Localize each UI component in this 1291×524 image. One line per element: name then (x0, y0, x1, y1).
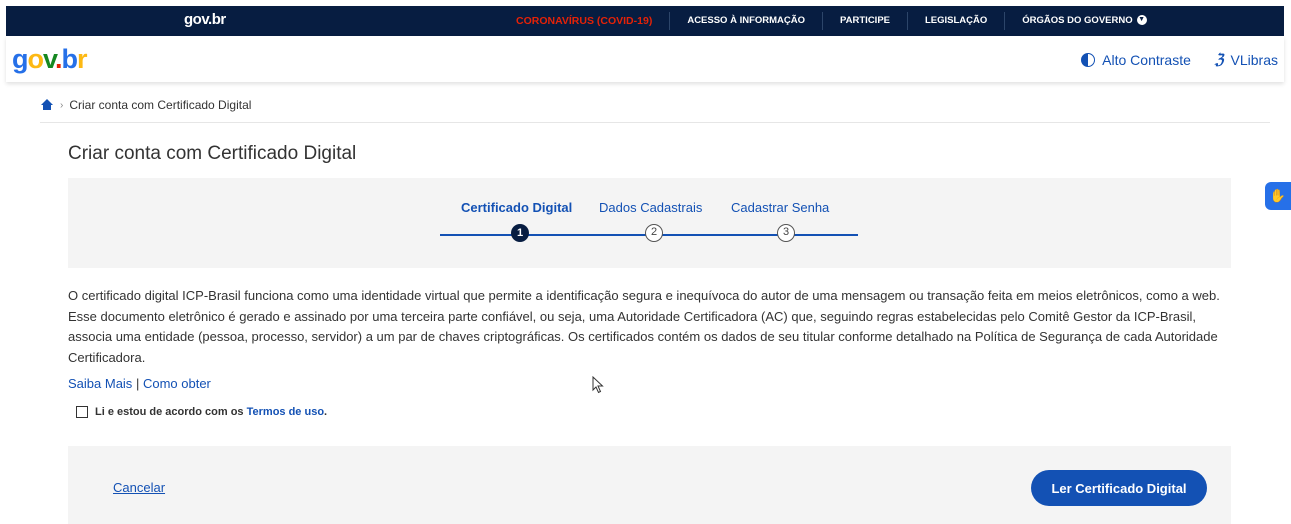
covid-link[interactable]: CORONAVÍRUS (COVID-19) (504, 12, 669, 30)
logo-letter-b: b (61, 44, 78, 74)
breadcrumb-separator-icon: › (60, 99, 64, 111)
orgaos-governo-label: ÓRGÃOS DO GOVERNO (1022, 15, 1133, 26)
form-actions: Cancelar Ler Certificado Digital (68, 446, 1231, 524)
logo-letter-r: r (77, 44, 87, 74)
legislacao-link[interactable]: LEGISLAÇÃO (907, 12, 1004, 30)
breadcrumb-current: Criar conta com Certificado Digital (69, 98, 252, 112)
como-obter-link[interactable]: Como obter (143, 376, 211, 391)
logo-letter-v: v (43, 44, 56, 74)
step-2-circle: 2 (645, 224, 663, 242)
vlibras-button[interactable]: ℨ VLibras (1215, 51, 1278, 68)
step-indicator: Certificado Digital Dados Cadastrais Cad… (68, 178, 1231, 268)
vlibras-widget-icon[interactable]: ✋ (1265, 182, 1291, 210)
terms-agreement: Li e estou de acordo com os Termos de us… (76, 406, 327, 418)
logo-letter-o: o (27, 44, 44, 74)
chevron-down-icon: ▼ (1136, 15, 1147, 26)
header-tools: Alto Contraste ℨ VLibras (1081, 51, 1278, 68)
gov-top-bar: gov.br CORONAVÍRUS (COVID-19) ACESSO À I… (6, 6, 1284, 36)
high-contrast-button[interactable]: Alto Contraste (1081, 51, 1191, 68)
site-header: gov.br Alto Contraste ℨ VLibras (6, 36, 1284, 82)
acesso-informacao-link[interactable]: ACESSO À INFORMAÇÃO (669, 12, 822, 30)
divider (40, 122, 1270, 123)
terms-label: Li e estou de acordo com os Termos de us… (95, 406, 327, 418)
step-1-label: Certificado Digital (461, 200, 573, 215)
govbr-logo[interactable]: gov.br (12, 44, 87, 75)
terms-of-use-link[interactable]: Termos de uso (247, 406, 324, 418)
contrast-icon (1081, 52, 1096, 67)
orgaos-governo-link[interactable]: ÓRGÃOS DO GOVERNO ▼ (1004, 12, 1163, 30)
terms-period: . (324, 406, 328, 418)
vlibras-label: VLibras (1230, 51, 1278, 68)
cancel-button[interactable]: Cancelar (113, 480, 165, 495)
terms-text: Li e estou de acordo com os (95, 406, 244, 418)
step-2-label: Dados Cadastrais (599, 200, 703, 215)
mouse-cursor-icon (592, 376, 604, 394)
high-contrast-label: Alto Contraste (1102, 51, 1191, 68)
top-bar-links: CORONAVÍRUS (COVID-19) ACESSO À INFORMAÇ… (504, 6, 1164, 36)
step-3-label: Cadastrar Senha (731, 200, 830, 215)
saiba-mais-link[interactable]: Saiba Mais (68, 376, 132, 391)
hand-sign-icon: ℨ (1214, 51, 1224, 67)
help-links: Saiba Mais | Como obter (68, 376, 211, 391)
step-3-circle: 3 (777, 224, 795, 242)
certificate-description: O certificado digital ICP-Brasil funcion… (68, 288, 1220, 365)
logo-letter-g: g (12, 44, 28, 74)
read-certificate-button[interactable]: Ler Certificado Digital (1031, 470, 1207, 506)
step-1-circle: 1 (511, 224, 529, 242)
breadcrumb: › Criar conta com Certificado Digital (40, 98, 251, 112)
page-title: Criar conta com Certificado Digital (68, 143, 357, 164)
govbr-small-logo[interactable]: gov.br (184, 11, 226, 28)
home-icon[interactable] (40, 99, 54, 111)
link-separator: | (135, 376, 140, 391)
terms-checkbox[interactable] (76, 406, 88, 418)
participe-link[interactable]: PARTICIPE (822, 12, 907, 30)
